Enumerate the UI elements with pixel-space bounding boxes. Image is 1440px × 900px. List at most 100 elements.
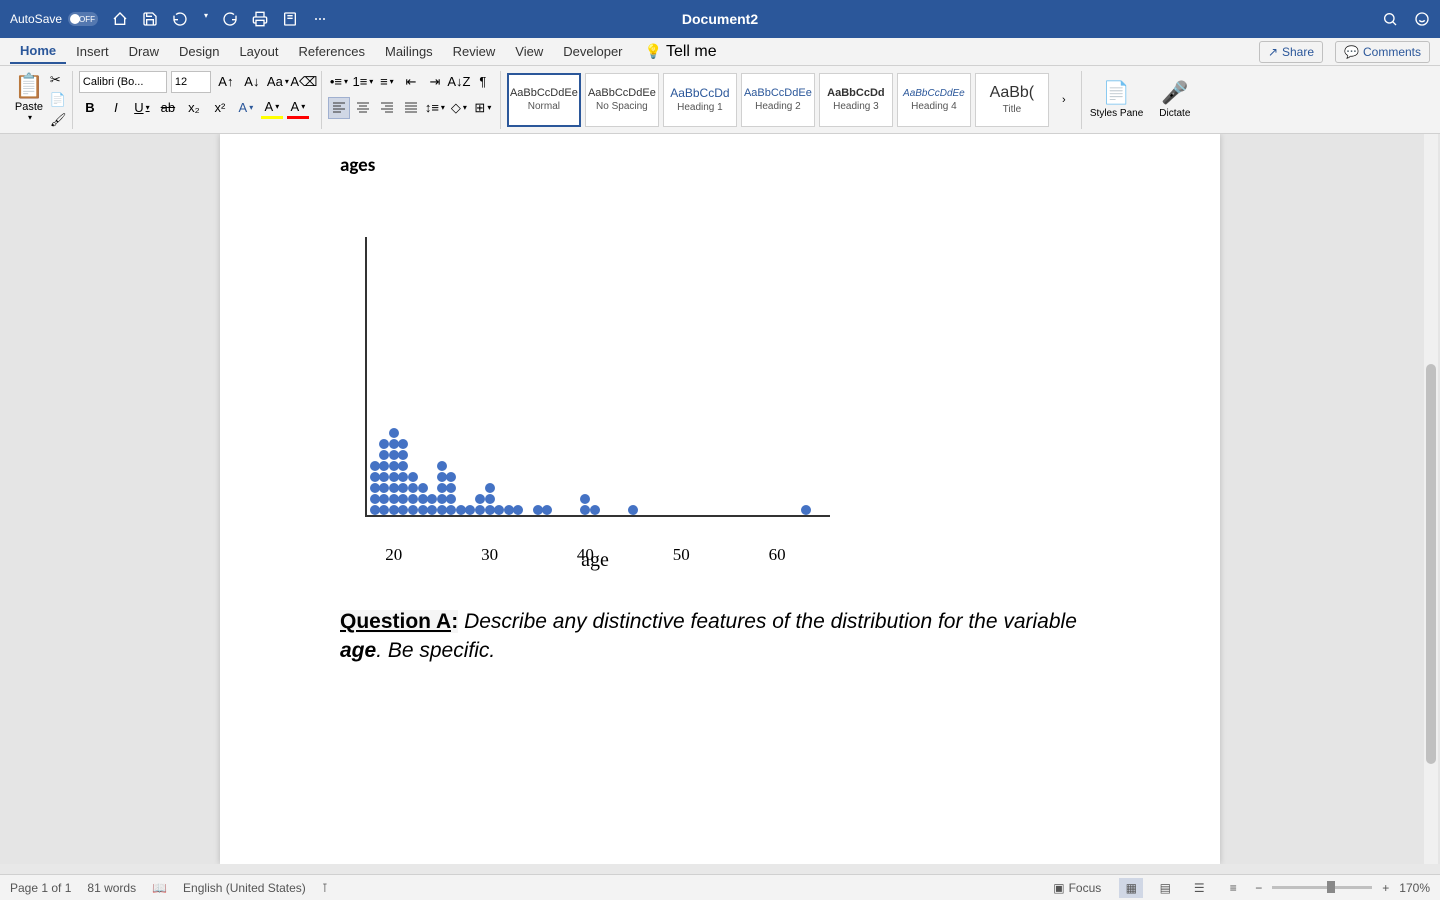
toggle-switch[interactable]: OFF xyxy=(68,12,98,26)
clear-formatting-icon[interactable]: A⌫ xyxy=(293,71,315,93)
styles-more-icon[interactable]: › xyxy=(1053,89,1075,111)
scroll-thumb[interactable] xyxy=(1426,364,1436,764)
font-name-select[interactable] xyxy=(79,71,167,93)
undo-icon[interactable] xyxy=(172,11,188,27)
dictate-button[interactable]: 🎤 Dictate xyxy=(1151,80,1198,119)
line-spacing-icon[interactable]: ↕≡▾ xyxy=(424,97,446,119)
tab-design[interactable]: Design xyxy=(169,40,229,63)
strikethrough-button[interactable]: ab xyxy=(157,97,179,119)
zoom-out-button[interactable]: − xyxy=(1255,881,1262,895)
outline-view-button[interactable]: ☰ xyxy=(1187,878,1211,898)
style-normal[interactable]: AaBbCcDdEe Normal xyxy=(507,73,581,127)
spellcheck-icon[interactable]: 📖 xyxy=(152,881,167,895)
align-right-button[interactable] xyxy=(376,97,398,119)
font-size-select[interactable] xyxy=(171,71,211,93)
word-count[interactable]: 81 words xyxy=(87,881,136,895)
vertical-scrollbar[interactable] xyxy=(1424,134,1438,864)
redo-icon[interactable] xyxy=(222,11,238,27)
tab-references[interactable]: References xyxy=(289,40,375,63)
draft-view-button[interactable]: ≡ xyxy=(1221,878,1245,898)
style-heading2[interactable]: AaBbCcDdEe Heading 2 xyxy=(741,73,815,127)
style-title[interactable]: AaBb( Title xyxy=(975,73,1049,127)
shading-icon[interactable]: ◇▾ xyxy=(448,97,470,119)
x-tick-label: 30 xyxy=(481,545,498,565)
paste-label[interactable]: Paste xyxy=(15,101,43,113)
multilevel-icon[interactable]: ≡▾ xyxy=(376,71,398,93)
format-painter-icon[interactable]: 🖌 xyxy=(50,112,66,128)
font-color-icon[interactable]: A▾ xyxy=(287,97,309,119)
document-page[interactable]: ages 2030405060 age Question A: Describe… xyxy=(220,134,1220,864)
track-changes-icon[interactable]: ⊺ xyxy=(322,881,328,895)
decrease-indent-icon[interactable]: ⇤ xyxy=(400,71,422,93)
tellme-search[interactable]: 💡 Tell me xyxy=(645,43,717,61)
style-preview: AaBbCcDdEe xyxy=(510,87,578,99)
style-name: Heading 1 xyxy=(677,102,723,113)
superscript-button[interactable]: x² xyxy=(209,97,231,119)
styles-pane-button[interactable]: 📄 Styles Pane xyxy=(1082,80,1151,119)
zoom-in-button[interactable]: + xyxy=(1382,881,1389,895)
more-icon[interactable] xyxy=(312,11,328,27)
tab-mailings[interactable]: Mailings xyxy=(375,40,443,63)
copy-icon[interactable]: 📄 xyxy=(50,92,66,108)
zoom-thumb[interactable] xyxy=(1327,881,1335,893)
template-icon[interactable] xyxy=(282,11,298,27)
share-button[interactable]: ↗ Share xyxy=(1259,41,1323,63)
increase-indent-icon[interactable]: ⇥ xyxy=(424,71,446,93)
print-icon[interactable] xyxy=(252,11,268,27)
bold-button[interactable]: B xyxy=(79,97,101,119)
align-left-button[interactable] xyxy=(328,97,350,119)
save-icon[interactable] xyxy=(142,11,158,27)
home-icon[interactable] xyxy=(112,11,128,27)
bullets-icon[interactable]: •≡▾ xyxy=(328,71,350,93)
style-preview: AaBbCcDdEe xyxy=(588,87,656,99)
zoom-slider[interactable] xyxy=(1272,886,1372,889)
text-effects-icon[interactable]: A▾ xyxy=(235,97,257,119)
web-layout-view-button[interactable]: ▤ xyxy=(1153,878,1177,898)
dot xyxy=(389,494,399,504)
tab-home[interactable]: Home xyxy=(10,39,66,64)
comments-button[interactable]: 💬 Comments xyxy=(1335,41,1430,63)
change-case-icon[interactable]: Aa▾ xyxy=(267,71,289,93)
show-marks-icon[interactable]: ¶ xyxy=(472,71,494,93)
align-center-button[interactable] xyxy=(352,97,374,119)
style-heading1[interactable]: AaBbCcDd Heading 1 xyxy=(663,73,737,127)
tab-draw[interactable]: Draw xyxy=(119,40,169,63)
paste-icon[interactable]: 📋 xyxy=(14,72,44,101)
tab-insert[interactable]: Insert xyxy=(66,40,119,63)
tab-view[interactable]: View xyxy=(505,40,553,63)
underline-button[interactable]: U▾ xyxy=(131,97,153,119)
decrease-font-icon[interactable]: A↓ xyxy=(241,71,263,93)
justify-button[interactable] xyxy=(400,97,422,119)
dot xyxy=(398,505,408,515)
style-heading3[interactable]: AaBbCcDd Heading 3 xyxy=(819,73,893,127)
zoom-level[interactable]: 170% xyxy=(1399,881,1430,895)
cut-icon[interactable]: ✂ xyxy=(50,72,66,88)
undo-dropdown-icon[interactable]: ▾ xyxy=(204,11,208,27)
style-nospacing[interactable]: AaBbCcDdEe No Spacing xyxy=(585,73,659,127)
tab-developer[interactable]: Developer xyxy=(553,40,632,63)
italic-button[interactable]: I xyxy=(105,97,127,119)
smiley-icon[interactable] xyxy=(1414,11,1430,27)
sort-icon[interactable]: A↓Z xyxy=(448,71,470,93)
x-axis xyxy=(365,515,830,517)
print-layout-view-button[interactable]: ▦ xyxy=(1119,878,1143,898)
increase-font-icon[interactable]: A↑ xyxy=(215,71,237,93)
search-icon[interactable] xyxy=(1382,11,1398,27)
x-axis-title: age xyxy=(581,549,609,572)
tab-review[interactable]: Review xyxy=(443,40,506,63)
dot xyxy=(398,450,408,460)
tab-layout[interactable]: Layout xyxy=(229,40,288,63)
dot xyxy=(542,505,552,515)
page-status[interactable]: Page 1 of 1 xyxy=(10,881,71,895)
style-heading4[interactable]: AaBbCcDdEe Heading 4 xyxy=(897,73,971,127)
focus-mode-button[interactable]: ▣ Focus xyxy=(1045,879,1109,897)
styles-pane-label: Styles Pane xyxy=(1090,108,1143,119)
highlight-icon[interactable]: A▾ xyxy=(261,97,283,119)
borders-icon[interactable]: ⊞▾ xyxy=(472,97,494,119)
autosave-toggle[interactable]: AutoSave OFF xyxy=(10,12,98,26)
subscript-button[interactable]: x₂ xyxy=(183,97,205,119)
page-heading: ages xyxy=(340,154,1100,177)
paste-dropdown-icon[interactable]: ▾ xyxy=(28,113,32,122)
language-status[interactable]: English (United States) xyxy=(183,881,306,895)
numbering-icon[interactable]: 1≡▾ xyxy=(352,71,374,93)
